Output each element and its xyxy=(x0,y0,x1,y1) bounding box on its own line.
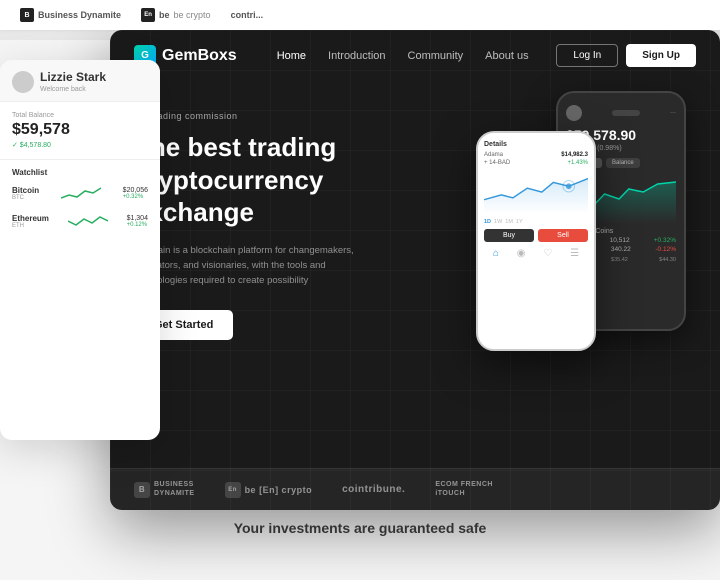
nav-community[interactable]: Community xyxy=(408,50,464,62)
hero-section: 0% trading commission The best trading c… xyxy=(110,81,720,441)
top-bar: B Business Dynamite En be be crypto cont… xyxy=(0,0,720,30)
phone-front-chart xyxy=(484,170,588,215)
left-card-header: Lizzie Stark Welcome back xyxy=(0,60,160,102)
details-header: Details xyxy=(484,141,588,148)
partner-ecom: ECOM FRENCHiTOUCH xyxy=(435,481,493,498)
balance-label: Total Balance xyxy=(12,112,148,119)
detail-row-2: + 14-BAD +1.43% xyxy=(484,160,588,166)
hero-description: KuChain is a blockchain platform for cha… xyxy=(134,243,354,289)
be-crypto-icon: En xyxy=(141,8,155,22)
eth-chart xyxy=(68,211,108,231)
nav-links: Home Introduction Community About us xyxy=(277,50,557,62)
sell-button[interactable]: Sell xyxy=(538,229,588,242)
nav-home[interactable]: Home xyxy=(277,50,306,62)
hero-badge: 0% trading commission xyxy=(134,111,443,121)
signup-button[interactable]: Sign Up xyxy=(626,44,696,67)
nav-introduction[interactable]: Introduction xyxy=(328,50,385,62)
bd-icon: B xyxy=(134,482,150,498)
balance-amount: $59,578 xyxy=(12,121,148,139)
btc-chart xyxy=(61,183,101,203)
user-name: Lizzie Stark xyxy=(40,70,106,84)
left-card: Lizzie Stark Welcome back Total Balance … xyxy=(0,60,160,440)
topbar-contri: contri... xyxy=(231,10,264,20)
bottom-text: Your investments are guaranteed safe xyxy=(0,520,720,536)
nav-buttons: Log In Sign Up xyxy=(556,44,696,67)
topbar-be-crypto: En be be crypto xyxy=(141,8,211,22)
coin-row-btc: Bitcoin BTC $20,056 +0.32% xyxy=(12,183,148,203)
user-subtitle: Welcome back xyxy=(40,86,106,93)
phone-avatar xyxy=(566,105,582,121)
bottom-nav: ⌂ ◉ ♡ ☰ xyxy=(484,248,588,259)
navbar: G GemBoxs Home Introduction Community Ab… xyxy=(110,30,720,81)
be-icon: En xyxy=(225,482,241,498)
watchlist-title: Watchlist xyxy=(12,168,148,177)
buy-button[interactable]: Buy xyxy=(484,229,534,242)
balance-section: Total Balance $59,578 ✓ $4,578.80 xyxy=(0,102,160,160)
phone-notch xyxy=(612,110,640,116)
watchlist: Watchlist Bitcoin BTC $20,056 +0.32% Eth… xyxy=(0,160,160,247)
balance-change: ✓ $4,578.80 xyxy=(12,141,148,149)
detail-row-1: Adama $14,982.3 xyxy=(484,152,588,158)
main-card: G GemBoxs Home Introduction Community Ab… xyxy=(110,30,720,510)
partners-strip: B BUSINESSDYNAMITE En be [En] crypto coi… xyxy=(110,468,720,510)
partner-business-dynamite: B BUSINESSDYNAMITE xyxy=(134,481,195,498)
hero-title: The best trading cryptocurrency exchange xyxy=(134,131,443,229)
topbar-business-dynamite: B Business Dynamite xyxy=(20,8,121,22)
phone-front: Details Adama $14,982.3 + 14-BAD +1.43% xyxy=(476,131,596,351)
phone-front-screen: Details Adama $14,982.3 + 14-BAD +1.43% xyxy=(478,133,594,349)
login-button[interactable]: Log In xyxy=(556,44,618,67)
nav-about[interactable]: About us xyxy=(485,50,528,62)
time-filters: 1D 1W 1M 1Y xyxy=(484,219,588,225)
coin-row-eth: Ethereum ETH $1,304 +0.12% xyxy=(12,211,148,231)
business-dynamite-icon: B xyxy=(20,8,34,22)
partner-cointribune: cointribune. xyxy=(342,484,405,495)
partner-be-crypto: En be [En] crypto xyxy=(225,482,313,498)
avatar xyxy=(12,71,34,93)
phones-container: ··· $59,578.90 $4578.30 (0.98%) Analytic… xyxy=(443,101,696,441)
buy-sell-buttons: Buy Sell xyxy=(484,229,588,242)
hero-content: 0% trading commission The best trading c… xyxy=(134,101,443,441)
